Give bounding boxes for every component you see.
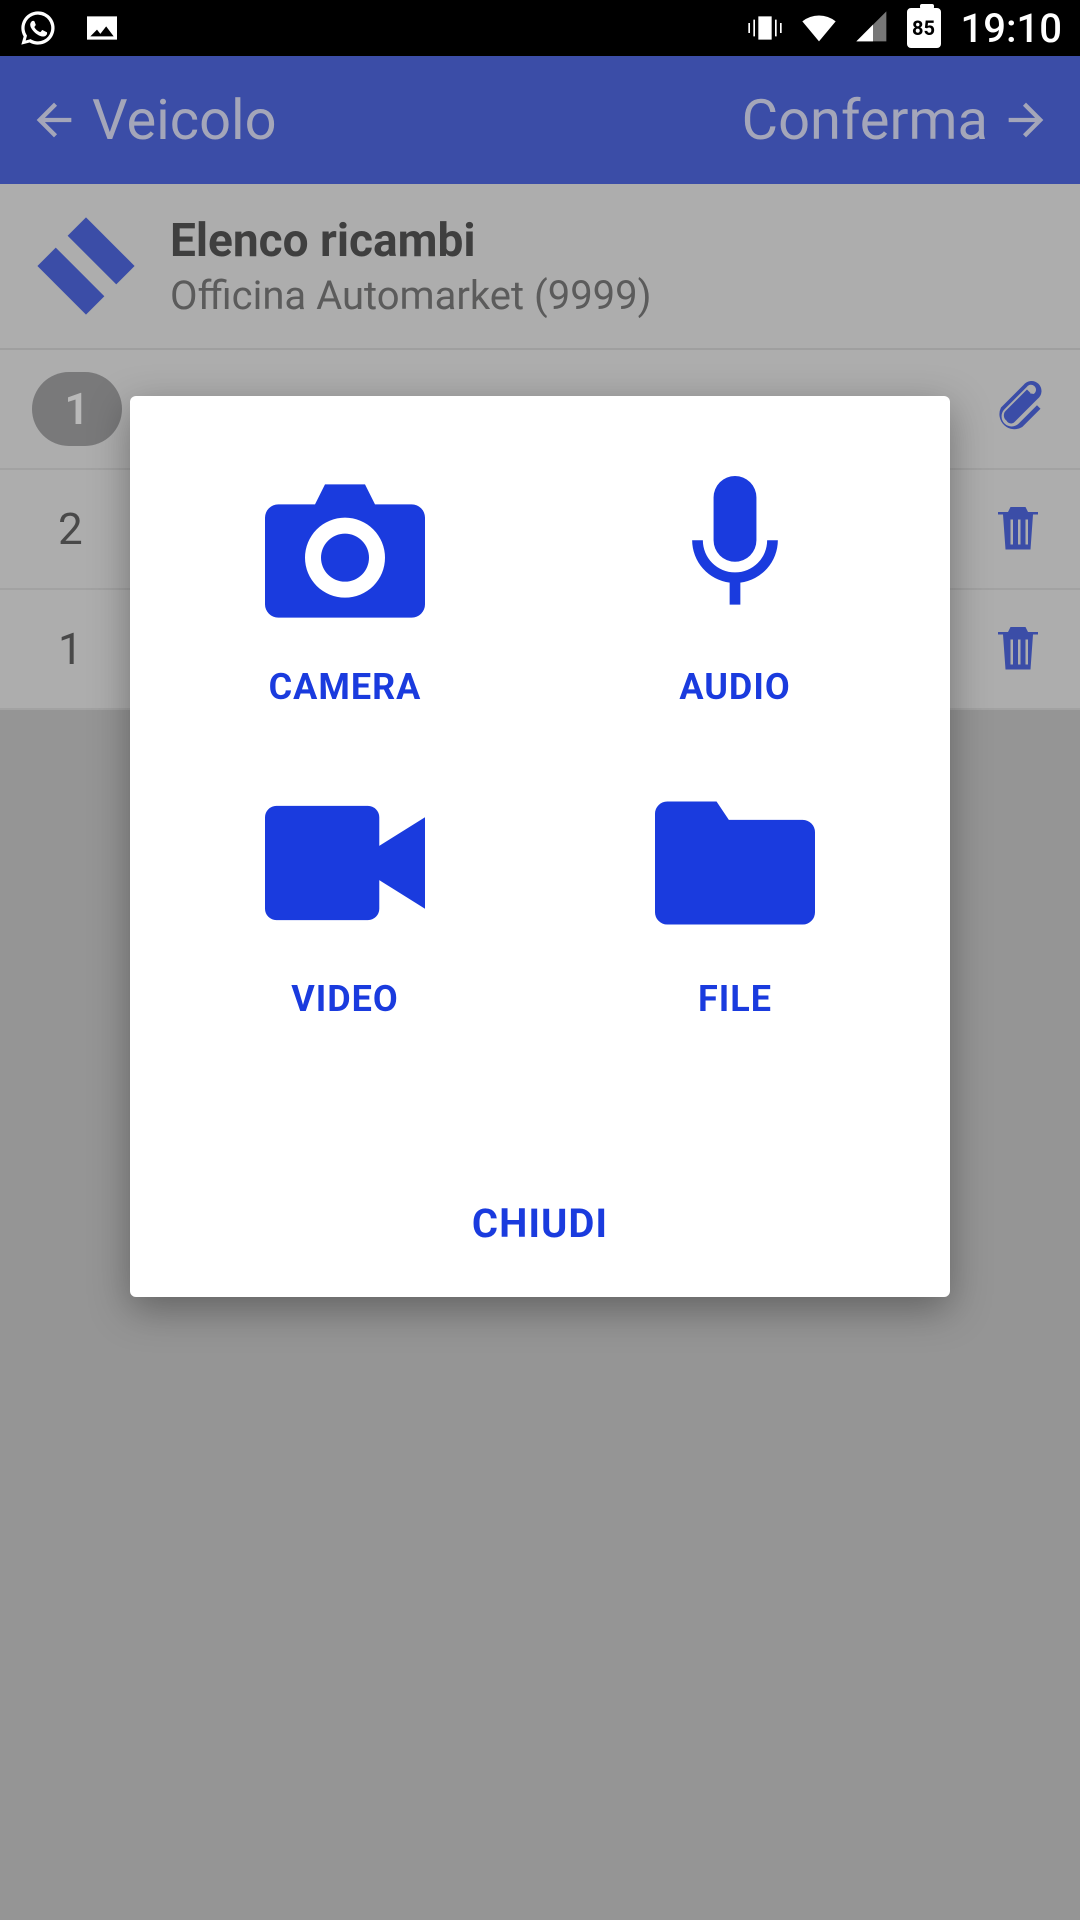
android-status-bar: 85 19:10 xyxy=(0,0,1080,56)
close-button[interactable]: CHIUDI xyxy=(170,1180,910,1267)
attachment-dialog: CAMERA AUDIO VIDEO FILE xyxy=(130,396,950,1297)
option-audio[interactable]: AUDIO xyxy=(560,476,910,708)
status-time: 19:10 xyxy=(961,5,1062,52)
wifi-icon xyxy=(799,8,839,48)
close-label: CHIUDI xyxy=(472,1200,608,1247)
option-label: FILE xyxy=(698,978,772,1020)
option-video[interactable]: VIDEO xyxy=(170,788,520,1020)
option-file[interactable]: FILE xyxy=(560,788,910,1020)
camera-icon xyxy=(265,476,425,626)
battery-icon: 85 xyxy=(907,8,941,48)
option-label: AUDIO xyxy=(679,666,790,708)
folder-icon xyxy=(655,788,815,938)
attachment-options-grid: CAMERA AUDIO VIDEO FILE xyxy=(170,476,910,1020)
status-left xyxy=(18,8,122,48)
option-label: VIDEO xyxy=(291,978,399,1020)
whatsapp-icon xyxy=(18,8,58,48)
gallery-icon xyxy=(82,8,122,48)
video-camera-icon xyxy=(265,788,425,938)
option-label: CAMERA xyxy=(269,666,422,708)
battery-level: 85 xyxy=(912,16,935,40)
cell-signal-icon xyxy=(853,8,893,48)
modal-scrim[interactable]: CAMERA AUDIO VIDEO FILE xyxy=(0,56,1080,1920)
status-right: 85 19:10 xyxy=(745,5,1062,52)
microphone-icon xyxy=(655,476,815,626)
vibrate-icon xyxy=(745,8,785,48)
option-camera[interactable]: CAMERA xyxy=(170,476,520,708)
